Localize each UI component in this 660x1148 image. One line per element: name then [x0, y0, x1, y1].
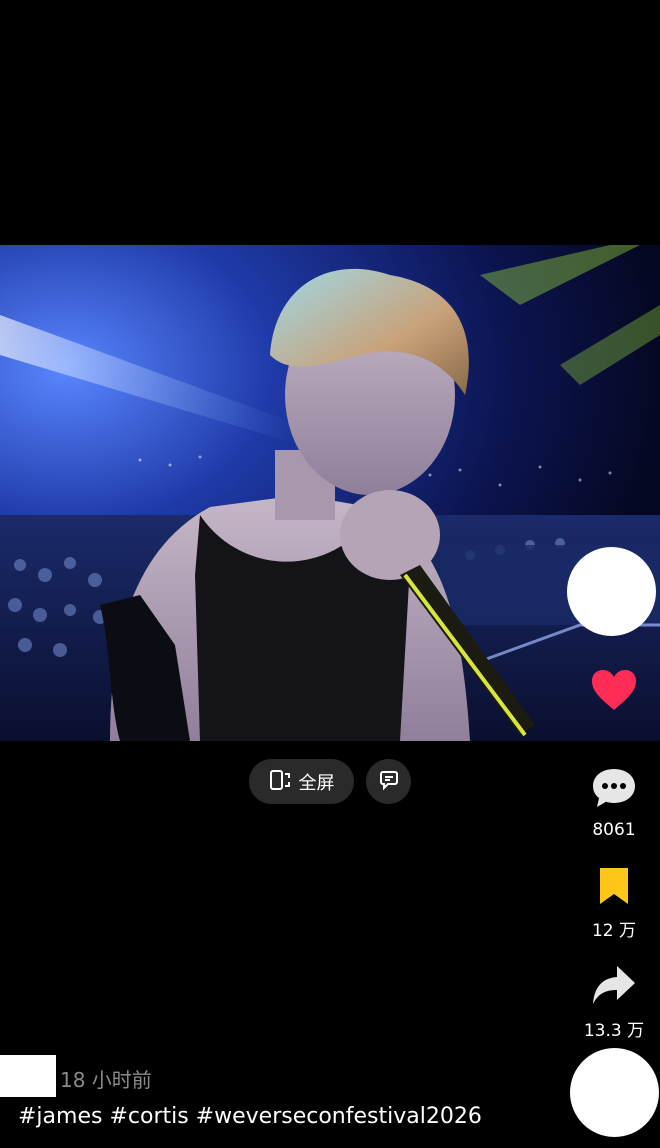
- video-frame-image: [0, 245, 660, 741]
- comment-bubble-icon: [591, 766, 637, 814]
- author-avatar[interactable]: [567, 547, 656, 636]
- share-video-button[interactable]: [366, 759, 411, 804]
- share-arrow-icon: [591, 964, 637, 1010]
- share-video-icon: [378, 769, 400, 795]
- post-time: 18 小时前: [60, 1068, 152, 1092]
- fullscreen-label: 全屏: [298, 772, 335, 794]
- comment-count: 8061: [592, 820, 636, 840]
- fullscreen-icon: [269, 769, 291, 795]
- comment-button[interactable]: 8061: [572, 766, 656, 840]
- share-count: 13.3 万: [583, 1021, 645, 1041]
- video-player[interactable]: [0, 245, 660, 741]
- post-caption[interactable]: #james #cortis #weverseconfestival2026: [18, 1104, 482, 1129]
- heart-icon: [590, 668, 638, 716]
- collect-button[interactable]: 12 万: [572, 866, 656, 941]
- author-name[interactable]: [0, 1055, 56, 1097]
- like-button[interactable]: [572, 668, 656, 716]
- fullscreen-button[interactable]: 全屏: [249, 759, 354, 804]
- share-button[interactable]: 13.3 万: [572, 964, 656, 1041]
- music-disc[interactable]: [570, 1048, 659, 1137]
- bookmark-icon: [596, 866, 632, 910]
- collect-count: 12 万: [591, 921, 637, 941]
